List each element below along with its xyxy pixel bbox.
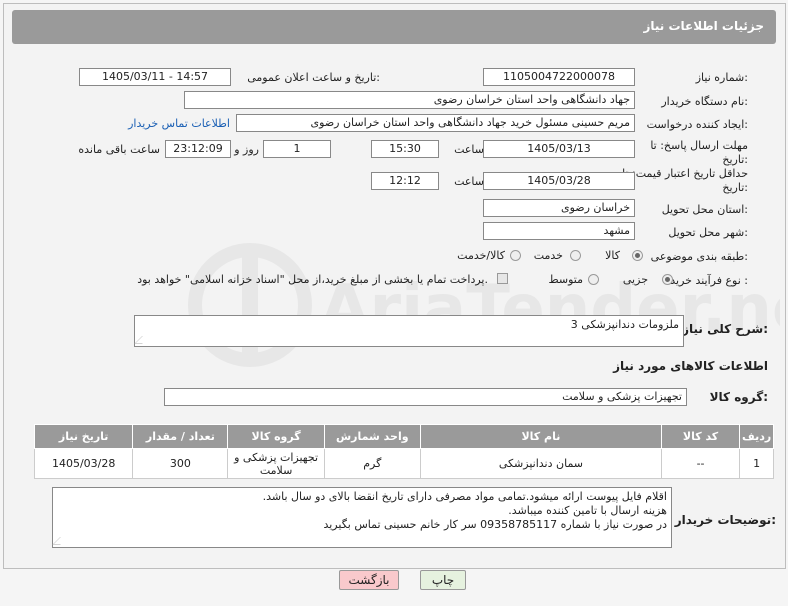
payment-note: پرداخت تمام یا بخشی از مبلغ خرید،از محل … bbox=[137, 273, 488, 286]
resize-handle[interactable] bbox=[52, 537, 68, 545]
category-goods-service-radio[interactable] bbox=[510, 250, 521, 261]
purchase-type-label: نوع فرآیند خرید : bbox=[670, 274, 748, 287]
page-title: جزئیات اطلاعات نیاز bbox=[643, 19, 764, 33]
day-and-label: روز و bbox=[234, 143, 259, 156]
requester-label: ایجاد کننده درخواست: bbox=[646, 118, 748, 131]
panel-header: جزئیات اطلاعات نیاز bbox=[12, 10, 776, 44]
buyer-contact-link[interactable]: اطلاعات تماس خریدار bbox=[128, 117, 230, 130]
buyer-notes-label: توضیحات خریدار: bbox=[674, 513, 776, 527]
category-service-label: خدمت bbox=[533, 249, 563, 262]
category-goods-label: کالا bbox=[605, 249, 620, 262]
table-header-row: ردیف کد کالا نام کالا واحد شمارش گروه کا… bbox=[33, 424, 774, 449]
col-item-code: کد کالا bbox=[660, 424, 741, 449]
goods-group-field[interactable]: تجهیزات پزشکی و سلامت bbox=[164, 388, 687, 406]
col-unit: واحد شمارش bbox=[323, 424, 421, 449]
remaining-time-field[interactable]: 23:12:09 bbox=[165, 140, 231, 158]
treasury-payment-checkbox[interactable] bbox=[497, 273, 508, 284]
col-need-date: تاریخ نیاز bbox=[33, 424, 134, 449]
response-time-field[interactable]: 15:30 bbox=[371, 140, 439, 158]
city-field[interactable]: مشهد bbox=[483, 222, 635, 240]
response-date-field[interactable]: 1405/03/13 bbox=[483, 140, 635, 158]
category-service-radio[interactable] bbox=[570, 250, 581, 261]
summary-textarea[interactable]: ملزومات دندانپزشکی 3 bbox=[134, 315, 684, 347]
details-panel bbox=[3, 3, 786, 569]
category-goods-service-label: کالا/خدمت bbox=[457, 249, 505, 262]
cell-goods-group: تجهیزات پزشکی و سلامت bbox=[227, 448, 325, 479]
price-time-label: ساعت bbox=[454, 175, 484, 188]
purchase-medium-radio[interactable] bbox=[588, 274, 599, 285]
province-field[interactable]: خراسان رضوی bbox=[483, 199, 635, 217]
col-item-name: نام کالا bbox=[419, 424, 662, 449]
col-goods-group: گروه کالا bbox=[227, 424, 325, 449]
buyer-notes-line: اقلام فایل پیوست ارائه میشود.تمامی مواد … bbox=[262, 490, 667, 503]
price-validity-label: حداقل تاریخ اعتبار قیمت: تا تاریخ: bbox=[622, 167, 748, 194]
buyer-notes-line: در صورت نیاز با شماره 09358785117 سر کار… bbox=[323, 518, 667, 531]
category-goods-radio[interactable] bbox=[632, 250, 643, 261]
print-button[interactable]: چاپ bbox=[420, 570, 466, 590]
announce-datetime-label: تاریخ و ساعت اعلان عمومی: bbox=[247, 71, 380, 84]
cell-item-name: سمان دندانپزشکی bbox=[419, 448, 662, 479]
requester-field[interactable]: مریم حسینی مسئول خرید جهاد دانشگاهی واحد… bbox=[236, 114, 635, 132]
price-time-field[interactable]: 12:12 bbox=[371, 172, 439, 190]
col-quantity: تعداد / مقدار bbox=[132, 424, 229, 449]
buyer-notes-line: هزینه ارسال با تامین کننده میباشد. bbox=[508, 504, 667, 517]
summary-label: شرح کلی نیاز: bbox=[682, 322, 768, 336]
items-table: ردیف کد کالا نام کالا واحد شمارش گروه کا… bbox=[33, 424, 774, 479]
province-label: استان محل تحویل: bbox=[661, 203, 748, 216]
cell-unit: گرم bbox=[323, 448, 421, 479]
cell-quantity: 300 bbox=[132, 448, 229, 479]
response-days-field[interactable]: 1 bbox=[263, 140, 331, 158]
price-date-field[interactable]: 1405/03/28 bbox=[483, 172, 635, 190]
table-row[interactable]: 1 -- سمان دندانپزشکی گرم تجهیزات پزشکی و… bbox=[33, 448, 774, 479]
need-number-label: شماره نیاز: bbox=[695, 71, 748, 84]
buyer-org-label: نام دستگاه خریدار: bbox=[661, 95, 748, 108]
back-button[interactable]: بازگشت bbox=[339, 570, 399, 590]
response-time-label: ساعت bbox=[454, 143, 484, 156]
goods-info-title: اطلاعات کالاهای مورد نیاز bbox=[613, 359, 768, 373]
cell-need-date: 1405/03/28 bbox=[33, 448, 134, 479]
remaining-label: ساعت باقی مانده bbox=[78, 143, 160, 156]
response-deadline-label: مهلت ارسال پاسخ: تا تاریخ: bbox=[650, 139, 748, 166]
cell-item-code: -- bbox=[660, 448, 741, 479]
goods-group-label: گروه کالا: bbox=[709, 390, 768, 404]
col-row-number: ردیف bbox=[739, 424, 774, 449]
city-label: شهر محل تحویل: bbox=[668, 226, 748, 239]
purchase-partial-label: جزیی bbox=[622, 273, 648, 286]
purchase-medium-label: متوسط bbox=[548, 273, 583, 286]
resize-handle[interactable] bbox=[134, 336, 150, 344]
cell-row-number: 1 bbox=[739, 448, 774, 479]
need-number-field[interactable]: 1105004722000078 bbox=[483, 68, 635, 86]
summary-text: ملزومات دندانپزشکی 3 bbox=[570, 318, 679, 331]
announce-datetime-field[interactable]: 1405/03/11 - 14:57 bbox=[79, 68, 231, 86]
buyer-notes-textarea[interactable]: اقلام فایل پیوست ارائه میشود.تمامی مواد … bbox=[52, 487, 672, 548]
purchase-partial-radio[interactable] bbox=[662, 274, 673, 285]
category-label: طبقه بندی موضوعی: bbox=[650, 250, 748, 263]
buyer-org-field[interactable]: جهاد دانشگاهی واحد استان خراسان رضوی bbox=[184, 91, 635, 109]
